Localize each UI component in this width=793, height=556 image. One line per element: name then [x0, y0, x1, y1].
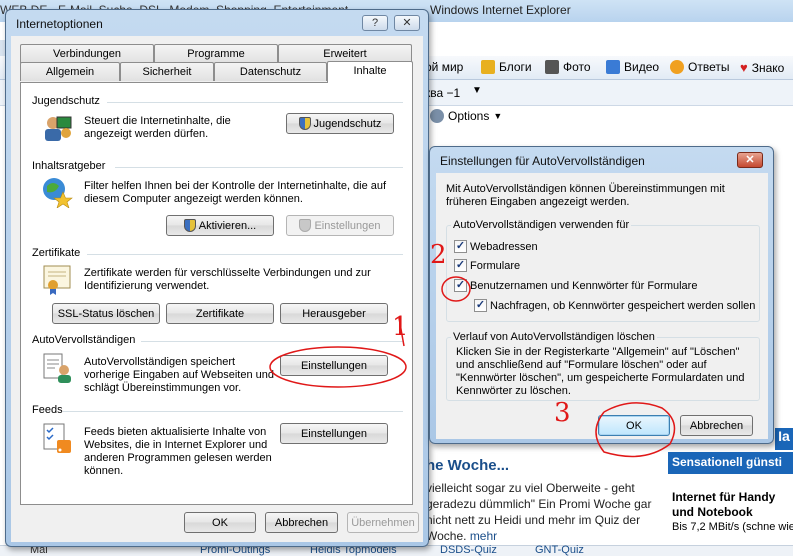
- annotation-overlay: [269, 276, 676, 458]
- tab-inhalte[interactable]: Inhalte: [327, 61, 413, 83]
- annotation-circle-1: [269, 346, 407, 388]
- annotation-circle-2: [441, 276, 471, 302]
- annotation-number-3: 3: [554, 398, 571, 428]
- annotation-number-1: 1: [392, 312, 409, 342]
- annotation-number-2: 2: [430, 240, 447, 270]
- annotation-circle-3: [595, 402, 676, 458]
